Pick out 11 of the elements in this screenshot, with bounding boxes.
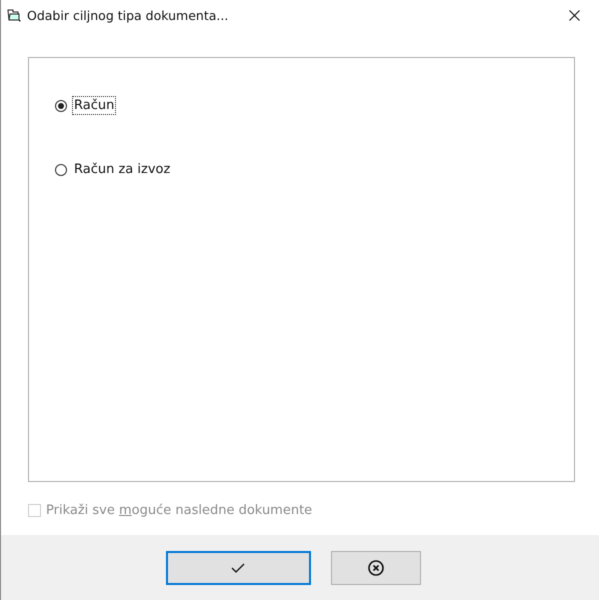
radio-option[interactable]: Račun za izvoz xyxy=(55,160,172,179)
cancel-icon xyxy=(368,560,384,576)
window-icon xyxy=(7,8,21,22)
radio-icon xyxy=(55,100,67,112)
ok-button[interactable] xyxy=(166,550,310,584)
window-title: Odabir ciljnog tipa dokumenta... xyxy=(27,8,230,22)
close-icon[interactable] xyxy=(569,10,580,20)
checkbox-label: Prikaži sve moguće nasledne dokumente xyxy=(46,503,312,518)
checkmark-icon xyxy=(231,562,245,572)
radio-icon xyxy=(55,164,67,176)
cancel-button[interactable] xyxy=(330,550,420,584)
